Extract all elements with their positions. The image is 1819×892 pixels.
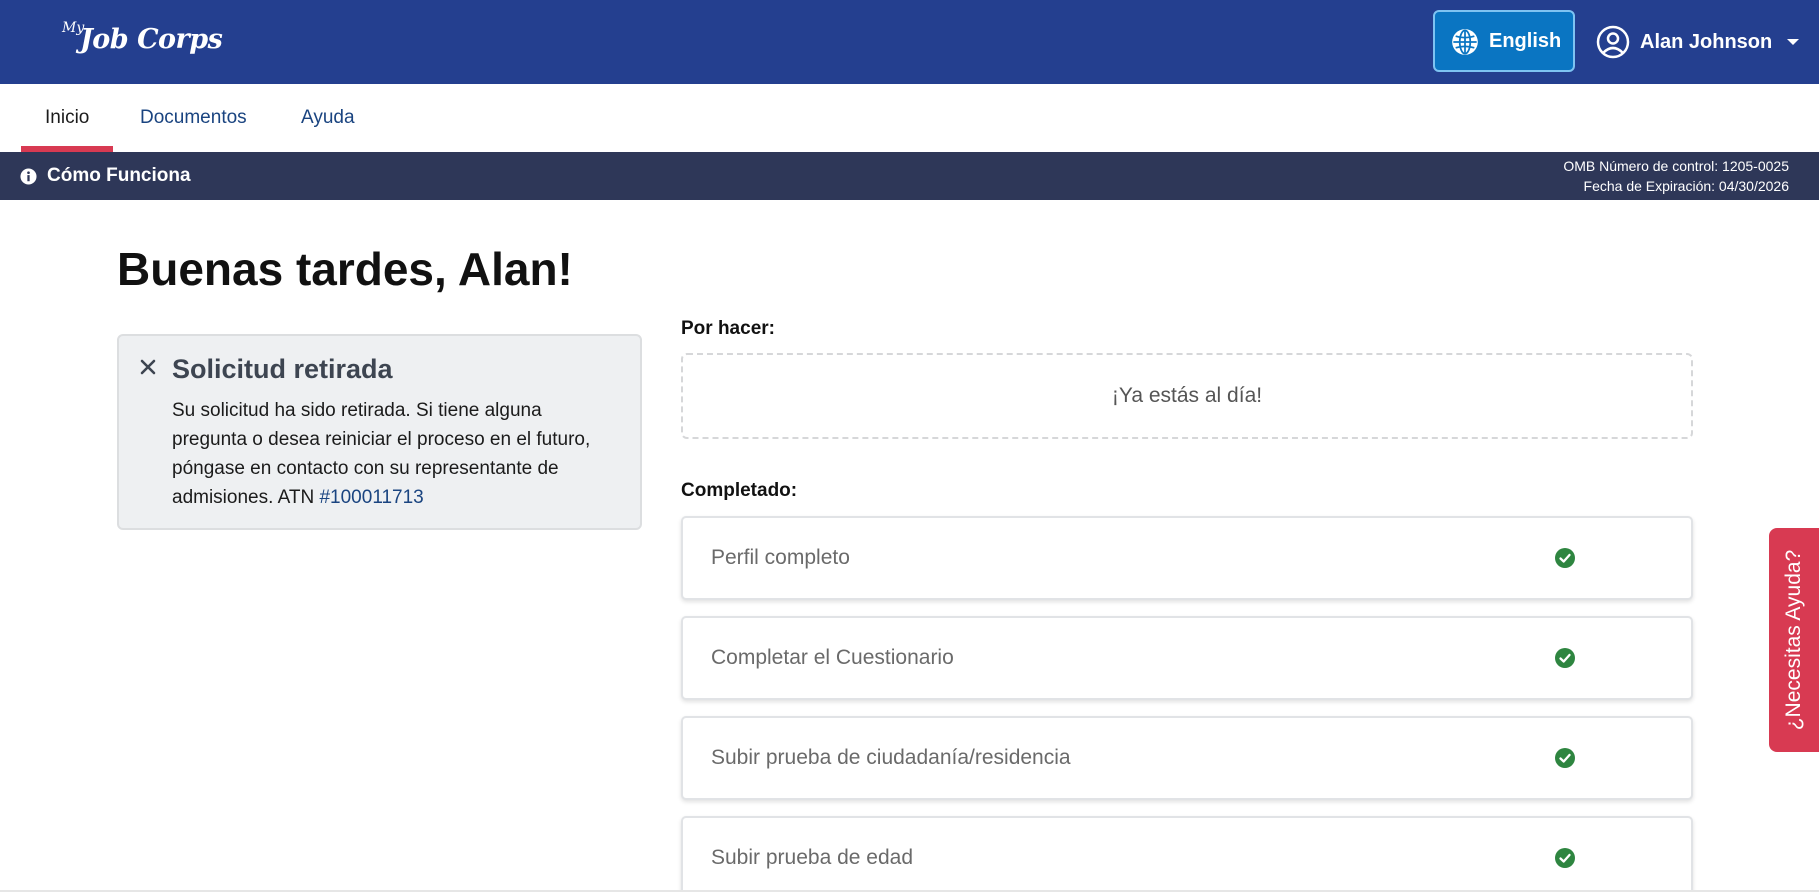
user-name: Alan Johnson [1640,30,1773,53]
check-circle-icon [1555,848,1575,868]
omb-expiration-date: Fecha de Expiración: 04/30/2026 [1583,178,1789,194]
user-circle-icon [1596,25,1630,59]
nav-item-inicio[interactable]: Inicio [20,84,114,152]
task-card-cuestionario[interactable]: Completar el Cuestionario [681,616,1693,700]
task-card-ciudadania[interactable]: Subir prueba de ciudadanía/residencia [681,716,1693,800]
logo-name: Job Corps [80,24,223,55]
caret-down-icon [1787,39,1800,45]
check-circle-icon [1555,748,1575,768]
alert-body: Su solicitud ha sido retirada. Si tiene … [172,396,612,512]
info-bar: Cómo Funciona OMB Número de control: 120… [0,152,1819,200]
how-it-works-link[interactable]: Cómo Funciona [20,152,191,200]
todo-empty-state: ¡Ya estás al día! [681,353,1693,439]
page-title: Buenas tardes, Alan! [117,243,573,295]
help-tab[interactable]: ¿Necesitas Ayuda? [1769,528,1819,752]
top-header: My Job Corps English Alan Johnson [0,0,1819,84]
task-label: Subir prueba de ciudadanía/residencia [711,746,1071,769]
language-button-label: English [1489,30,1562,52]
language-button[interactable]: English [1433,10,1575,72]
nav-item-ayuda[interactable]: Ayuda [301,84,355,152]
close-icon[interactable] [139,358,157,376]
task-label: Perfil completo [711,546,850,569]
check-circle-icon [1555,548,1575,568]
check-circle-icon [1555,648,1575,668]
how-it-works-label: Cómo Funciona [47,165,191,186]
completed-heading: Completado: [681,480,798,501]
alert-title: Solicitud retirada [172,354,393,384]
todo-heading: Por hacer: [681,318,775,339]
main-nav: Inicio Documentos Ayuda [0,84,1819,152]
help-tab-label: ¿Necesitas Ayuda? [1782,549,1805,731]
globe-icon [1452,29,1478,55]
task-card-perfil[interactable]: Perfil completo [681,516,1693,600]
atn-link[interactable]: #100011713 [319,487,423,508]
task-label: Subir prueba de edad [711,846,913,869]
task-label: Completar el Cuestionario [711,646,954,669]
nav-item-documentos[interactable]: Documentos [140,84,247,152]
omb-info: OMB Número de control: 1205-0025 Fecha d… [1563,156,1789,196]
user-menu[interactable]: Alan Johnson [1596,22,1800,62]
omb-control-number: OMB Número de control: 1205-0025 [1563,158,1789,174]
withdrawn-alert: Solicitud retirada Su solicitud ha sido … [117,334,642,530]
task-card-edad[interactable]: Subir prueba de edad [681,816,1693,892]
info-icon [20,167,37,185]
